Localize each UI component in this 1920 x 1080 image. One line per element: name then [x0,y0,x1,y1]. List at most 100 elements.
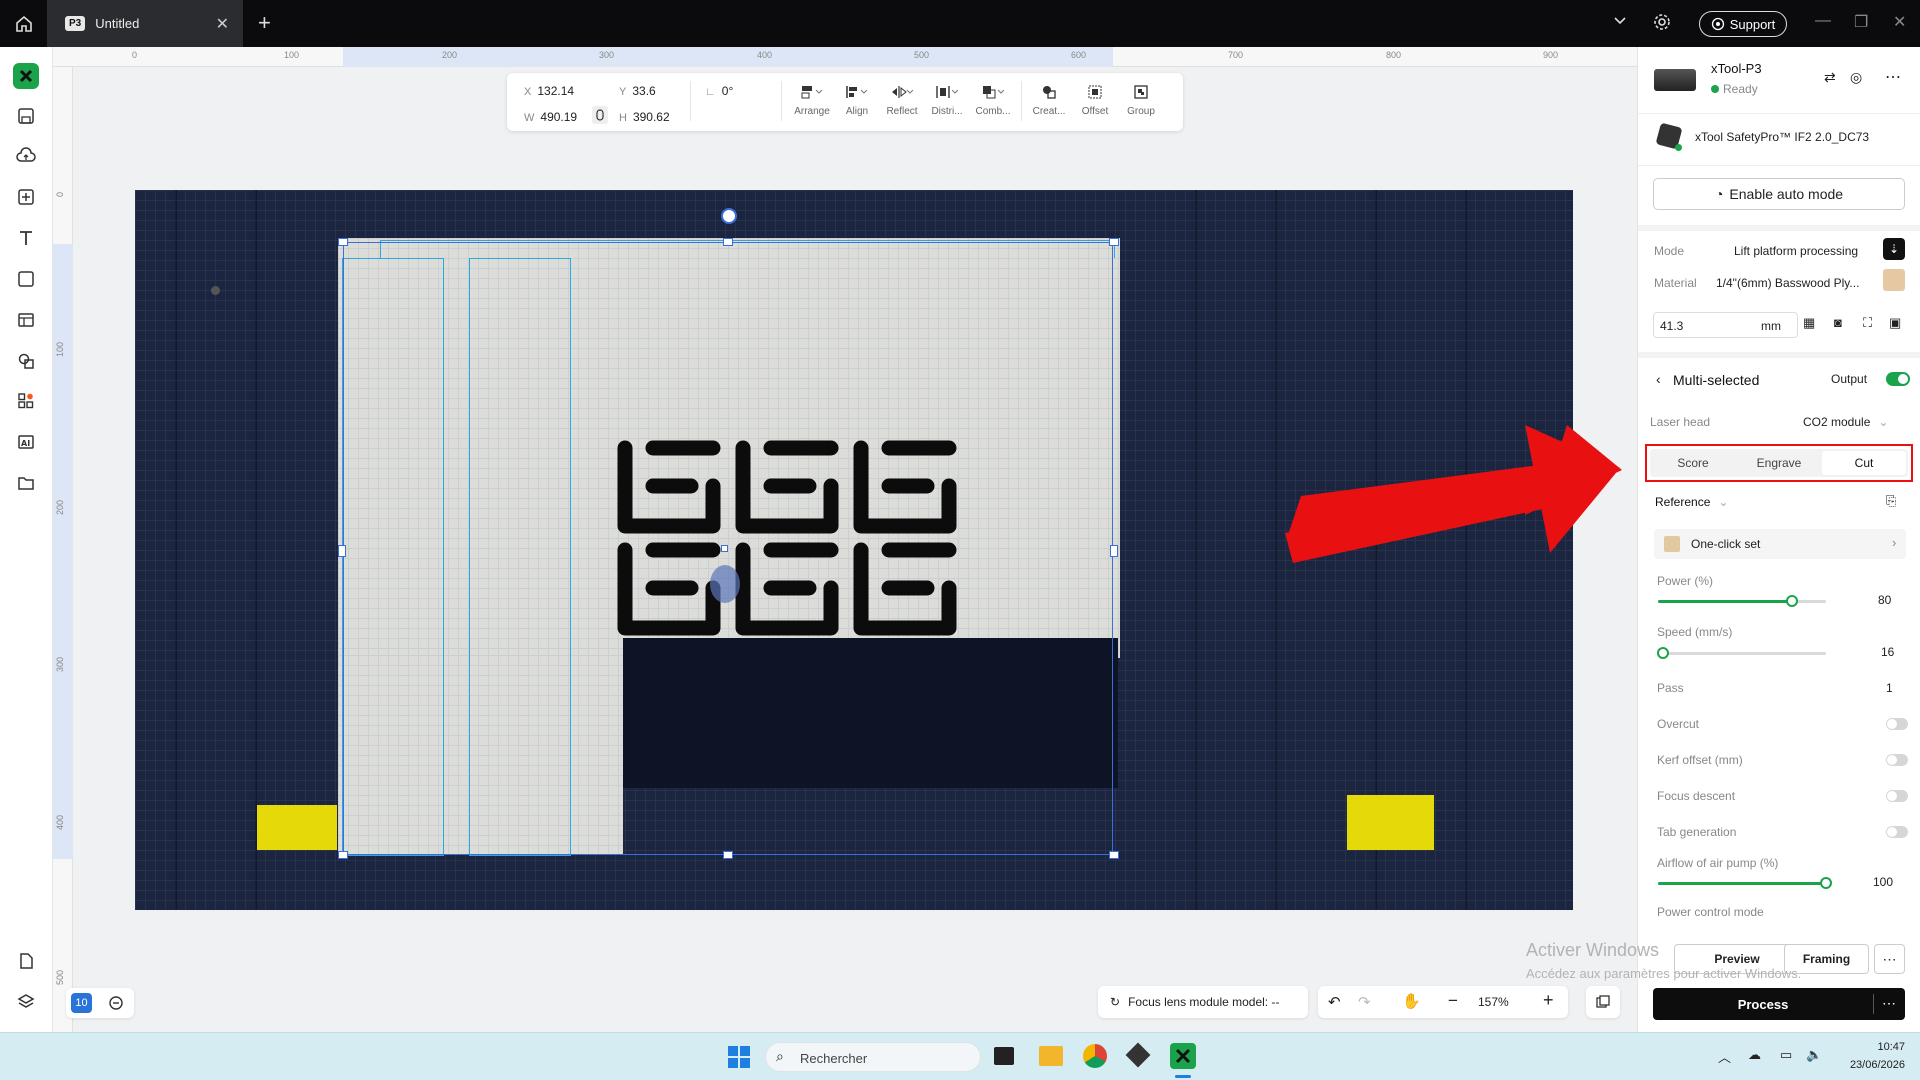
tab-engrave[interactable]: Engrave [1736,449,1822,477]
overcut-toggle[interactable] [1886,718,1908,730]
rotation-field[interactable]: ∟ 0° [705,84,733,98]
reflect-button[interactable]: Reflect [880,83,924,117]
combine-button[interactable]: Comb... [971,83,1015,117]
resize-handle[interactable] [338,238,348,246]
back-chevron-icon[interactable]: ‹ [1656,371,1661,387]
chevron-up-icon[interactable]: ︿ [1718,1047,1731,1066]
target-icon[interactable]: ◎ [1850,69,1862,86]
reference-dropdown[interactable]: Reference ⌄ [1655,495,1728,509]
airflow-slider-knob[interactable] [1820,877,1832,889]
switch-device-icon[interactable]: ⇄ [1824,69,1836,86]
arrange-button[interactable]: Arrange [790,83,834,117]
gear-icon[interactable] [1652,12,1672,35]
airflow-value[interactable]: 100 [1873,875,1893,889]
measure-icon[interactable] [108,995,124,1014]
home-icon[interactable] [0,0,47,47]
windows-start-icon[interactable] [727,1045,751,1072]
folder-icon[interactable] [13,470,39,496]
create-button[interactable]: Creat... [1027,83,1071,117]
material-value[interactable]: 1/4"(6mm) Basswood Ply... [1716,276,1859,290]
kerf-offset-toggle[interactable] [1886,754,1908,766]
resize-handle[interactable] [1109,851,1119,859]
new-tab-icon[interactable]: + [258,10,271,36]
offset-button[interactable]: Offset [1073,83,1117,117]
upload-icon[interactable] [13,143,39,169]
laser-head-select[interactable]: CO2 module ⌄ [1803,415,1888,429]
taskbar-search[interactable]: ⌕ Rechercher [765,1042,981,1072]
tab-cut[interactable]: Cut [1822,451,1906,475]
save-icon[interactable] [13,103,39,129]
close-window-icon[interactable]: ✕ [1893,12,1906,32]
text-tool-icon[interactable] [13,225,39,251]
power-slider[interactable] [1658,595,1826,607]
process-more-icon[interactable]: ⋯ [1882,995,1896,1012]
resize-handle[interactable] [1109,238,1119,246]
one-click-set-button[interactable]: One-click set › [1654,529,1906,559]
zoom-level[interactable]: 157% [1478,995,1509,1009]
layers-icon[interactable] [13,989,39,1015]
process-button[interactable]: Process ⋯ [1653,988,1905,1020]
apps-icon[interactable] [13,388,39,414]
resize-handle[interactable] [1110,545,1118,557]
add-element-icon[interactable] [13,184,39,210]
resize-handle[interactable] [723,851,733,859]
file-explorer-icon[interactable] [1039,1046,1063,1066]
xtool-logo-icon[interactable] [13,63,39,89]
speed-slider[interactable] [1657,647,1826,659]
camera-icon[interactable]: ◙ [1834,315,1842,330]
speed-value[interactable]: 16 [1881,645,1894,659]
resize-handle[interactable] [723,238,733,246]
inkscape-icon[interactable] [1125,1042,1151,1068]
shapes-library-icon[interactable] [13,348,39,374]
task-view-icon[interactable] [994,1047,1014,1065]
height-field[interactable]: H 390.62 [619,110,670,124]
group-button[interactable]: Group [1119,83,1163,117]
volume-icon[interactable]: 🔈 [1806,1047,1822,1063]
chevron-down-icon[interactable] [1612,12,1628,31]
clock-date[interactable]: 23/06/2026 [1838,1059,1905,1071]
save-preset-icon[interactable]: ⎘ [1886,493,1896,509]
power-slider-knob[interactable] [1786,595,1799,607]
zoom-in-icon[interactable]: + [1543,990,1554,1011]
layout-icon[interactable] [13,307,39,333]
undo-icon[interactable]: ↶ [1328,993,1341,1011]
minimize-icon[interactable]: — [1815,12,1831,30]
power-value[interactable]: 80 [1878,593,1891,607]
measure-thickness-icon[interactable]: ▦ [1803,315,1815,331]
align-button[interactable]: Align [835,83,879,117]
layer-count-button[interactable]: 10 [71,993,92,1013]
tab-generation-toggle[interactable] [1886,826,1908,838]
maximize-icon[interactable]: ❐ [1854,12,1868,32]
mode-value[interactable]: Lift platform processing [1734,244,1858,258]
lift-platform-icon[interactable]: ⇣ [1883,238,1905,260]
support-button[interactable]: Support [1699,11,1787,37]
capture-icon[interactable]: ⛶ [1863,315,1872,331]
redo-icon[interactable]: ↷ [1358,993,1371,1011]
pass-value[interactable]: 1 [1886,681,1893,695]
output-toggle[interactable] [1886,372,1910,386]
rotate-handle-icon[interactable] [721,208,737,224]
document-icon[interactable] [13,948,39,974]
y-position-field[interactable]: Y 33.6 [619,84,656,98]
framing-more-icon[interactable]: ⋯ [1874,944,1905,974]
tab-score[interactable]: Score [1650,449,1736,477]
chrome-icon[interactable] [1083,1044,1107,1068]
xtool-taskbar-icon[interactable] [1170,1043,1196,1069]
material-swatch[interactable] [1883,269,1905,291]
hand-tool-icon[interactable]: ✋ [1402,992,1421,1010]
more-icon[interactable]: ⋯ [1885,67,1901,87]
speed-slider-knob[interactable] [1657,647,1670,659]
ai-icon[interactable]: AI [13,429,39,455]
thickness-input[interactable]: 41.3 mm [1653,312,1798,338]
focus-lens-status[interactable]: ↻ Focus lens module model: -- [1098,986,1308,1018]
focus-descent-toggle[interactable] [1886,790,1908,802]
close-tab-icon[interactable]: ✕ [216,14,229,34]
clock-time[interactable]: 10:47 [1855,1041,1905,1053]
grid-view-icon[interactable]: ▣ [1889,315,1901,331]
selection-box[interactable] [343,242,1113,855]
distribute-button[interactable]: Distri... [925,83,969,117]
document-tab[interactable]: P3 Untitled ✕ [47,0,243,47]
enable-auto-mode-button[interactable]: ◔ Enable auto mode [1653,178,1905,210]
shape-tool-icon[interactable] [13,266,39,292]
airflow-slider[interactable] [1658,877,1832,889]
